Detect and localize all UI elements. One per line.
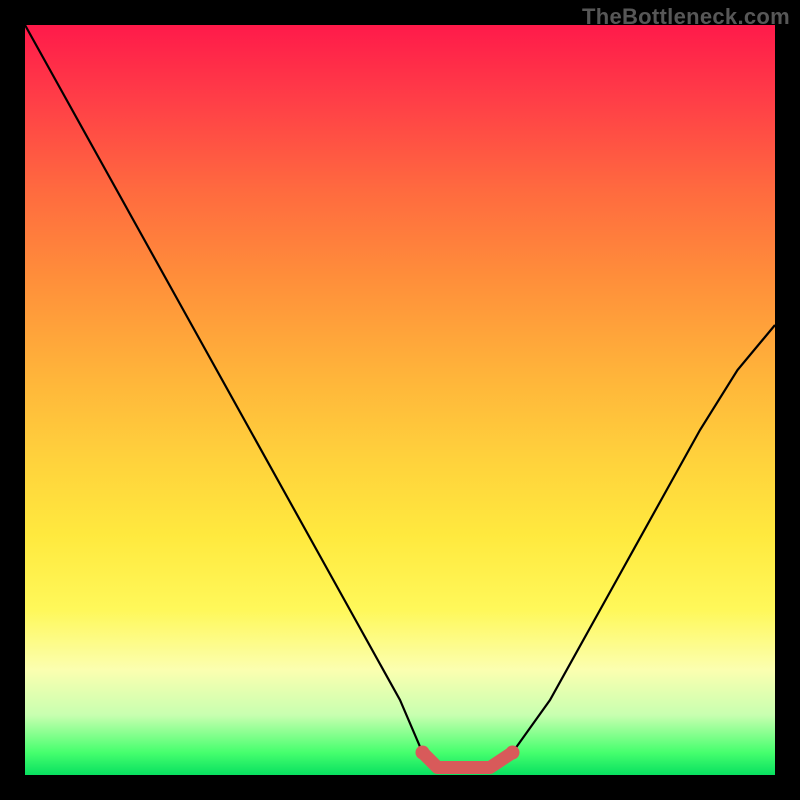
watermark-text: TheBottleneck.com: [582, 4, 790, 30]
optimal-band: [423, 753, 513, 768]
chart-svg: [25, 25, 775, 775]
band-end-left: [416, 746, 430, 760]
bottleneck-curve: [25, 25, 775, 768]
band-end-right: [506, 746, 520, 760]
